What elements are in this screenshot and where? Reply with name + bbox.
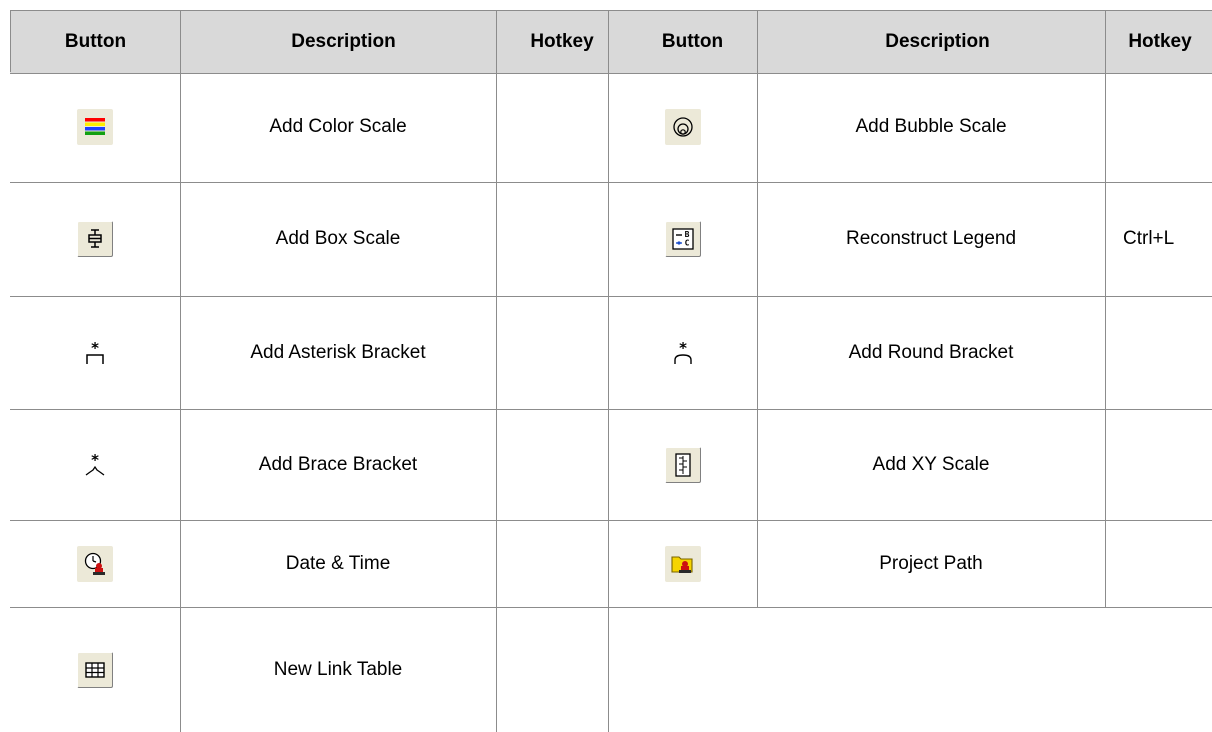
- table-row-hotkey: [496, 72, 608, 182]
- color-scale-icon[interactable]: [77, 109, 113, 145]
- bubble-scale-icon[interactable]: [664, 109, 701, 145]
- grid-line: [10, 10, 11, 72]
- project-path-icon[interactable]: [664, 545, 701, 582]
- table-row-button-cell: *: [608, 296, 757, 409]
- brace-bracket-icon[interactable]: *: [77, 447, 113, 483]
- header-description-left: Description: [291, 31, 396, 52]
- svg-text:C: C: [684, 239, 689, 248]
- table-row-description: Reconstruct Legend: [845, 228, 1017, 249]
- table-row-description: Add Asterisk Bracket: [250, 341, 426, 363]
- table-row-description: Add Round Bracket: [848, 341, 1014, 363]
- table-row-description: Add XY Scale: [872, 453, 990, 475]
- table-header: Button Description Hotkey Button Descrip…: [10, 10, 1212, 74]
- header-hotkey-right: Hotkey: [1128, 31, 1192, 52]
- header-hotkey-left: Hotkey: [530, 31, 594, 52]
- toolbar-buttons-table: Button Description Hotkey Button Descrip…: [0, 0, 1212, 732]
- table-row-hotkey: [496, 409, 608, 520]
- table-row-hotkey: [1105, 520, 1212, 607]
- table-row-hotkey: [1105, 72, 1212, 182]
- table-row-button-cell: [10, 72, 180, 182]
- table-row-description: Add Color Scale: [269, 116, 407, 137]
- table-row-description: Add Brace Bracket: [258, 453, 418, 475]
- table-row-description: Add Box Scale: [275, 228, 401, 249]
- table-row-button-cell: [608, 72, 757, 182]
- header-description-right: Description: [885, 31, 990, 52]
- table-row-button-cell: *: [10, 296, 180, 409]
- table-row-hotkey: [496, 520, 608, 607]
- table-row-hotkey: [496, 607, 608, 732]
- reconstruct-legend-icon[interactable]: B C: [664, 221, 701, 257]
- box-scale-icon[interactable]: [77, 221, 113, 257]
- round-bracket-icon[interactable]: *: [665, 335, 701, 371]
- table-row-button-cell: [10, 607, 180, 732]
- header-button-left: Button: [64, 31, 127, 52]
- table-row-hotkey: [496, 296, 608, 409]
- table-row-description: Date & Time: [285, 552, 391, 574]
- table-row-button-cell: [608, 520, 757, 607]
- table-row-button-cell: [10, 182, 180, 296]
- table-row-hotkey: [1105, 296, 1212, 409]
- table-row-button-cell: [608, 409, 757, 520]
- date-time-icon[interactable]: [77, 545, 113, 582]
- asterisk-bracket-icon[interactable]: *: [77, 335, 113, 371]
- table-row-description: Add Bubble Scale: [855, 116, 1007, 137]
- table-row-button-cell: *: [10, 409, 180, 520]
- table-row-button-cell: [10, 520, 180, 607]
- table-row-description: Project Path: [879, 552, 983, 574]
- table-row-hotkey: [1105, 409, 1212, 520]
- table-row-description: New Link Table: [273, 658, 403, 680]
- table-row-hotkey: Ctrl+L: [1123, 228, 1175, 249]
- link-table-icon[interactable]: [77, 651, 113, 688]
- header-button-right: Button: [661, 31, 724, 52]
- xy-scale-icon[interactable]: [664, 446, 701, 483]
- table-row-hotkey: [496, 182, 608, 296]
- table-row-button-cell: B C: [608, 182, 757, 296]
